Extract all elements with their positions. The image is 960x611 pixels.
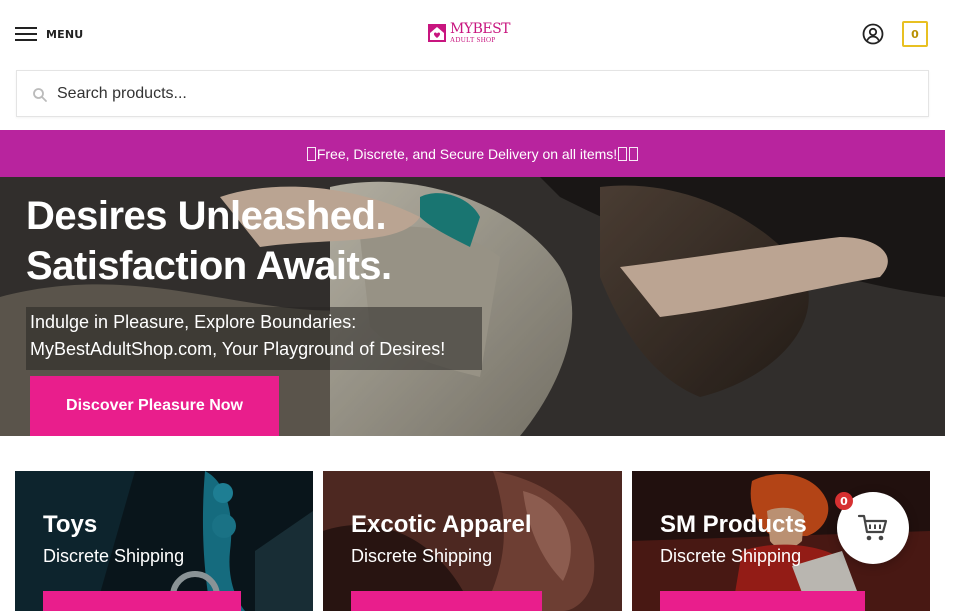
card-subtitle: Discrete Shipping bbox=[43, 546, 185, 566]
card-shop-button[interactable] bbox=[351, 591, 542, 611]
logo-text-bottom: ADULT SHOP bbox=[450, 36, 496, 44]
hero-tagline-line-1: Indulge in Pleasure, Explore Boundaries: bbox=[30, 312, 357, 332]
hero-title-line-1: Desires Unleashed. bbox=[26, 194, 387, 238]
house-heart-logo-icon bbox=[428, 24, 446, 42]
product-search bbox=[16, 70, 929, 117]
search-icon bbox=[33, 88, 47, 102]
promo-text: Free, Discrete, and Secure Delivery on a… bbox=[316, 145, 618, 162]
hero-tagline: Indulge in Pleasure, Explore Boundaries:… bbox=[26, 307, 482, 370]
discover-pleasure-button[interactable]: Discover Pleasure Now bbox=[30, 376, 279, 436]
menu-label: MENU bbox=[46, 27, 84, 41]
cart-icon bbox=[857, 514, 888, 541]
user-circle-icon[interactable] bbox=[862, 23, 884, 45]
header-cart-count[interactable]: 0 bbox=[902, 21, 928, 47]
card-title: SM Products bbox=[660, 511, 807, 538]
menu-button[interactable]: MENU bbox=[15, 24, 83, 44]
apparel-category-image bbox=[323, 471, 622, 611]
promo-bar: Free, Discrete, and Secure Delivery on a… bbox=[0, 130, 945, 177]
card-subtitle: Discrete Shipping bbox=[660, 546, 802, 566]
promo-glyph-icon bbox=[618, 146, 628, 161]
hero-banner: Desires Unleashed. Satisfaction Awaits. … bbox=[0, 177, 945, 436]
card-subtitle: Discrete Shipping bbox=[351, 546, 493, 566]
logo-wordmark: MYBEST ADULT SHOP bbox=[450, 21, 511, 44]
hamburger-icon bbox=[15, 27, 37, 41]
card-shop-button[interactable] bbox=[660, 591, 865, 611]
logo-text-top: MYBEST bbox=[450, 21, 511, 37]
hero-tagline-line-2: MyBestAdultShop.com, Your Playground of … bbox=[30, 339, 446, 359]
search-input[interactable] bbox=[57, 79, 907, 109]
promo-glyph-icon bbox=[306, 146, 316, 161]
hero-title-line-2: Satisfaction Awaits. bbox=[26, 244, 392, 288]
card-title: Excotic Apparel bbox=[351, 511, 532, 538]
site-header: MENU MYBEST ADULT SHOP 0 bbox=[0, 0, 945, 130]
site-logo[interactable]: MYBEST ADULT SHOP bbox=[427, 21, 511, 44]
hero-title: Desires Unleashed. Satisfaction Awaits. bbox=[26, 191, 392, 291]
card-shop-button[interactable] bbox=[43, 591, 241, 611]
category-card-toys[interactable]: Toys Discrete Shipping bbox=[15, 471, 313, 611]
promo-glyph-icon bbox=[629, 146, 639, 161]
toys-category-image bbox=[15, 471, 313, 611]
card-title: Toys bbox=[43, 511, 98, 538]
floating-cart-count-badge: 0 bbox=[835, 492, 853, 510]
category-card-exotic-apparel[interactable]: Excotic Apparel Discrete Shipping bbox=[323, 471, 622, 611]
